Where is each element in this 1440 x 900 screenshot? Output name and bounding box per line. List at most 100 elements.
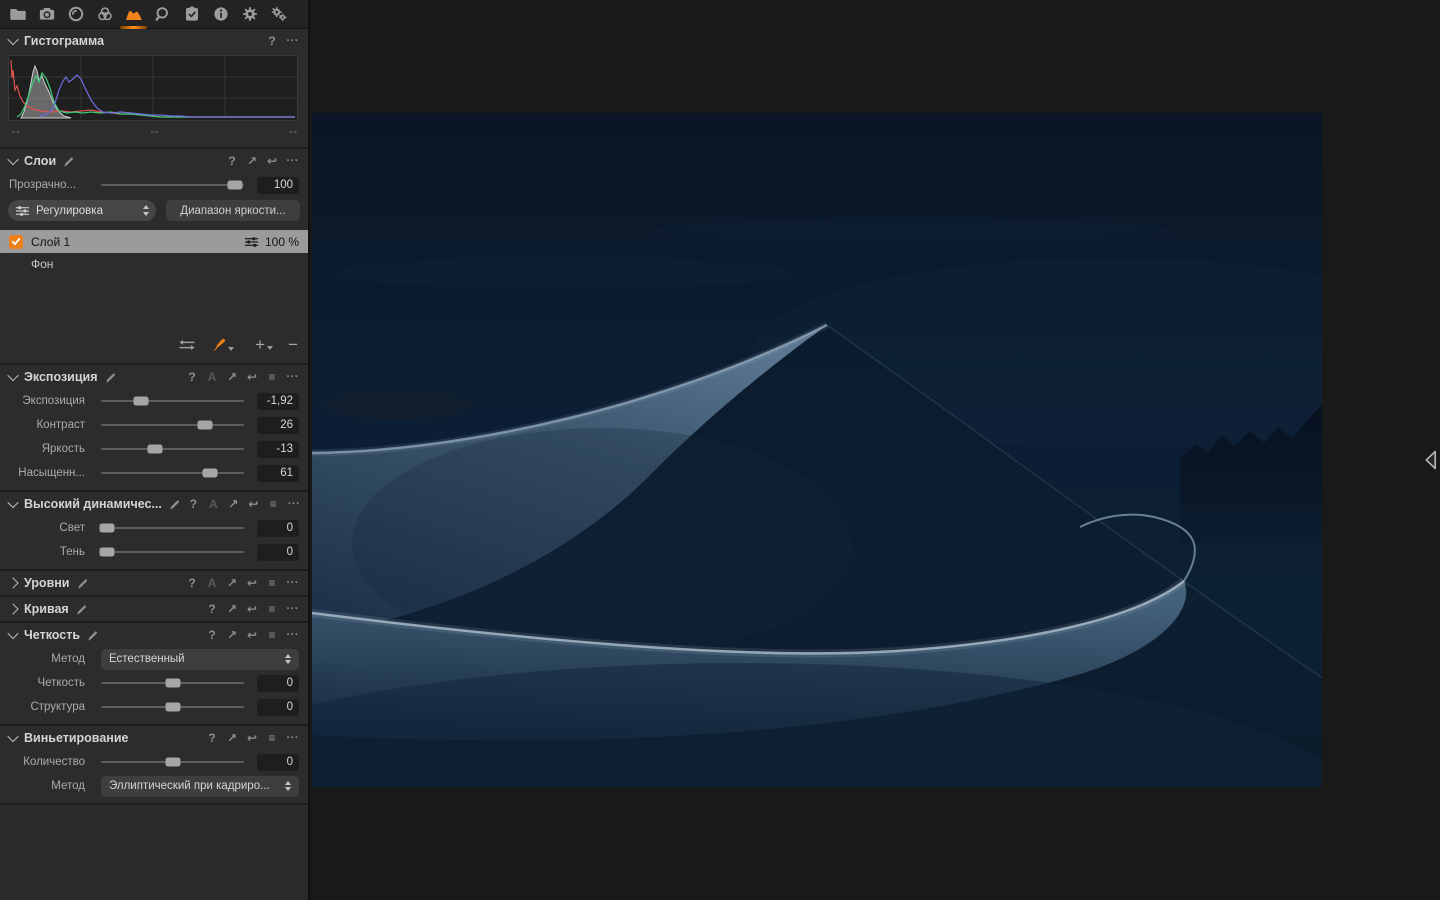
slider-handle[interactable] <box>148 445 163 454</box>
chevron-down-icon[interactable] <box>7 154 18 165</box>
auto-adjust-icon[interactable]: A <box>208 498 219 510</box>
chevron-down-icon[interactable] <box>7 497 18 508</box>
more-options-icon[interactable]: ··· <box>287 372 300 383</box>
help-icon[interactable]: ? <box>207 629 218 641</box>
presets-menu-icon[interactable]: ≡ <box>267 732 278 744</box>
add-layer-button[interactable]: + <box>255 338 265 352</box>
layer-enabled-checkbox[interactable] <box>9 235 23 249</box>
saturation-slider-track[interactable] <box>101 472 244 474</box>
slider-value[interactable]: -1,92 <box>257 393 299 410</box>
reset-icon[interactable]: ↩ <box>247 732 258 744</box>
add-layer-menu-caret-icon[interactable] <box>267 346 273 350</box>
brightness-slider-track[interactable] <box>101 448 244 450</box>
vignetting-method-dropdown[interactable]: Эллиптический при кадриро... <box>101 776 299 797</box>
clarity-slider-track[interactable] <box>101 682 244 684</box>
reset-icon[interactable]: ↩ <box>247 603 258 615</box>
slider-value[interactable]: 0 <box>257 754 299 771</box>
slider-handle[interactable] <box>165 758 180 767</box>
help-icon[interactable]: ? <box>187 577 198 589</box>
chevron-right-icon[interactable] <box>7 603 18 614</box>
slider-handle[interactable] <box>134 397 149 406</box>
exposure-header[interactable]: Экспозиция ? A ↗ ↩ ≡ ··· <box>0 365 308 389</box>
chevron-down-icon[interactable] <box>7 34 18 45</box>
auto-adjust-icon[interactable]: A <box>207 577 218 589</box>
highlight-slider-track[interactable] <box>101 527 244 529</box>
clarity-method-dropdown[interactable]: Естественный <box>101 649 299 670</box>
presets-menu-icon[interactable]: ≡ <box>268 498 279 510</box>
presets-menu-icon[interactable]: ≡ <box>267 603 278 615</box>
expand-tool-icon[interactable]: ↗ <box>227 732 238 744</box>
chevron-down-icon[interactable] <box>7 628 18 639</box>
tab-capture-camera-icon[interactable] <box>33 1 60 28</box>
slider-handle[interactable] <box>165 703 180 712</box>
clarity-header[interactable]: Четкость ? ↗ ↩ ≡ ··· <box>0 623 308 647</box>
more-options-icon[interactable]: ··· <box>287 156 300 167</box>
presets-menu-icon[interactable]: ≡ <box>267 629 278 641</box>
opacity-slider-track[interactable] <box>101 184 244 186</box>
slider-value[interactable]: -13 <box>257 441 299 458</box>
opacity-value[interactable]: 100 <box>257 177 299 194</box>
expand-tool-icon[interactable]: ↗ <box>227 577 238 589</box>
expand-tool-icon[interactable]: ↗ <box>227 371 238 383</box>
structure-slider-track[interactable] <box>101 706 244 708</box>
layers-header[interactable]: Слои ? ↗ ↩ ··· <box>0 149 308 173</box>
slider-handle[interactable] <box>99 548 114 557</box>
slider-value[interactable]: 0 <box>257 520 299 537</box>
more-options-icon[interactable]: ··· <box>287 578 300 589</box>
expand-tool-icon[interactable]: ↗ <box>247 155 258 167</box>
opacity-slider-handle[interactable] <box>228 181 243 190</box>
reset-icon[interactable]: ↩ <box>247 371 258 383</box>
more-options-icon[interactable]: ··· <box>287 630 300 641</box>
tab-details-loupe-icon[interactable] <box>149 1 176 28</box>
luma-range-button[interactable]: Диапазон яркости... <box>166 200 300 221</box>
levels-header[interactable]: Уровни ? A ↗ ↩ ≡ ··· <box>0 571 308 595</box>
slider-handle[interactable] <box>99 524 114 533</box>
edit-brush-icon[interactable] <box>87 630 99 642</box>
edit-brush-icon[interactable] <box>169 499 181 511</box>
auto-adjust-icon[interactable]: A <box>207 371 218 383</box>
reset-icon[interactable]: ↩ <box>247 577 258 589</box>
slider-value[interactable]: 0 <box>257 699 299 716</box>
vignetting-header[interactable]: Виньетирование ? ↗ ↩ ≡ ··· <box>0 726 308 750</box>
tab-output-gear-icon[interactable] <box>236 1 263 28</box>
slider-value[interactable]: 0 <box>257 675 299 692</box>
expand-tool-icon[interactable]: ↗ <box>227 603 238 615</box>
hdr-header[interactable]: Высокий динамичес... ? A ↗ ↩ ≡ ··· <box>0 492 308 516</box>
tab-exposure-curve-icon[interactable] <box>120 1 147 28</box>
vignette-amount-slider-track[interactable] <box>101 761 244 763</box>
tab-library-folder-icon[interactable] <box>4 1 31 28</box>
slider-value[interactable]: 26 <box>257 417 299 434</box>
layer-row-background[interactable]: Фон <box>0 253 308 274</box>
remove-layer-button[interactable]: − <box>288 338 298 352</box>
edit-brush-icon[interactable] <box>105 372 117 384</box>
draw-mask-brush-icon[interactable] <box>209 337 226 353</box>
curve-header[interactable]: Кривая ? ↗ ↩ ≡ ··· <box>0 597 308 621</box>
copy-adjustments-icon[interactable] <box>178 338 196 352</box>
edit-brush-icon[interactable] <box>77 578 89 590</box>
expand-tool-icon[interactable]: ↗ <box>227 629 238 641</box>
more-options-icon[interactable]: ··· <box>287 733 300 744</box>
help-icon[interactable]: ? <box>187 371 198 383</box>
slider-handle[interactable] <box>165 679 180 688</box>
more-options-icon[interactable]: ··· <box>288 499 301 510</box>
reset-icon[interactable]: ↩ <box>248 498 259 510</box>
brush-menu-caret-icon[interactable] <box>228 347 234 351</box>
contrast-slider-track[interactable] <box>101 424 244 426</box>
adjustment-type-dropdown[interactable]: Регулировка <box>8 200 156 221</box>
exposure-slider-track[interactable] <box>101 400 244 402</box>
edit-brush-icon[interactable] <box>76 604 88 616</box>
presets-menu-icon[interactable]: ≡ <box>267 371 278 383</box>
tab-metadata-info-icon[interactable] <box>207 1 234 28</box>
slider-value[interactable]: 61 <box>257 465 299 482</box>
tab-adjustments-clipboard-icon[interactable] <box>178 1 205 28</box>
edit-brush-icon[interactable] <box>63 156 75 168</box>
more-options-icon[interactable]: ··· <box>287 604 300 615</box>
presets-menu-icon[interactable]: ≡ <box>267 577 278 589</box>
more-options-icon[interactable]: ··· <box>287 36 300 47</box>
layer-row-selected[interactable]: Слой 1 100 % <box>0 230 308 253</box>
reset-icon[interactable]: ↩ <box>267 155 278 167</box>
slider-handle[interactable] <box>198 421 213 430</box>
histogram-header[interactable]: Гистограмма ? ··· <box>0 29 308 53</box>
slider-handle[interactable] <box>202 469 217 478</box>
help-icon[interactable]: ? <box>207 603 218 615</box>
